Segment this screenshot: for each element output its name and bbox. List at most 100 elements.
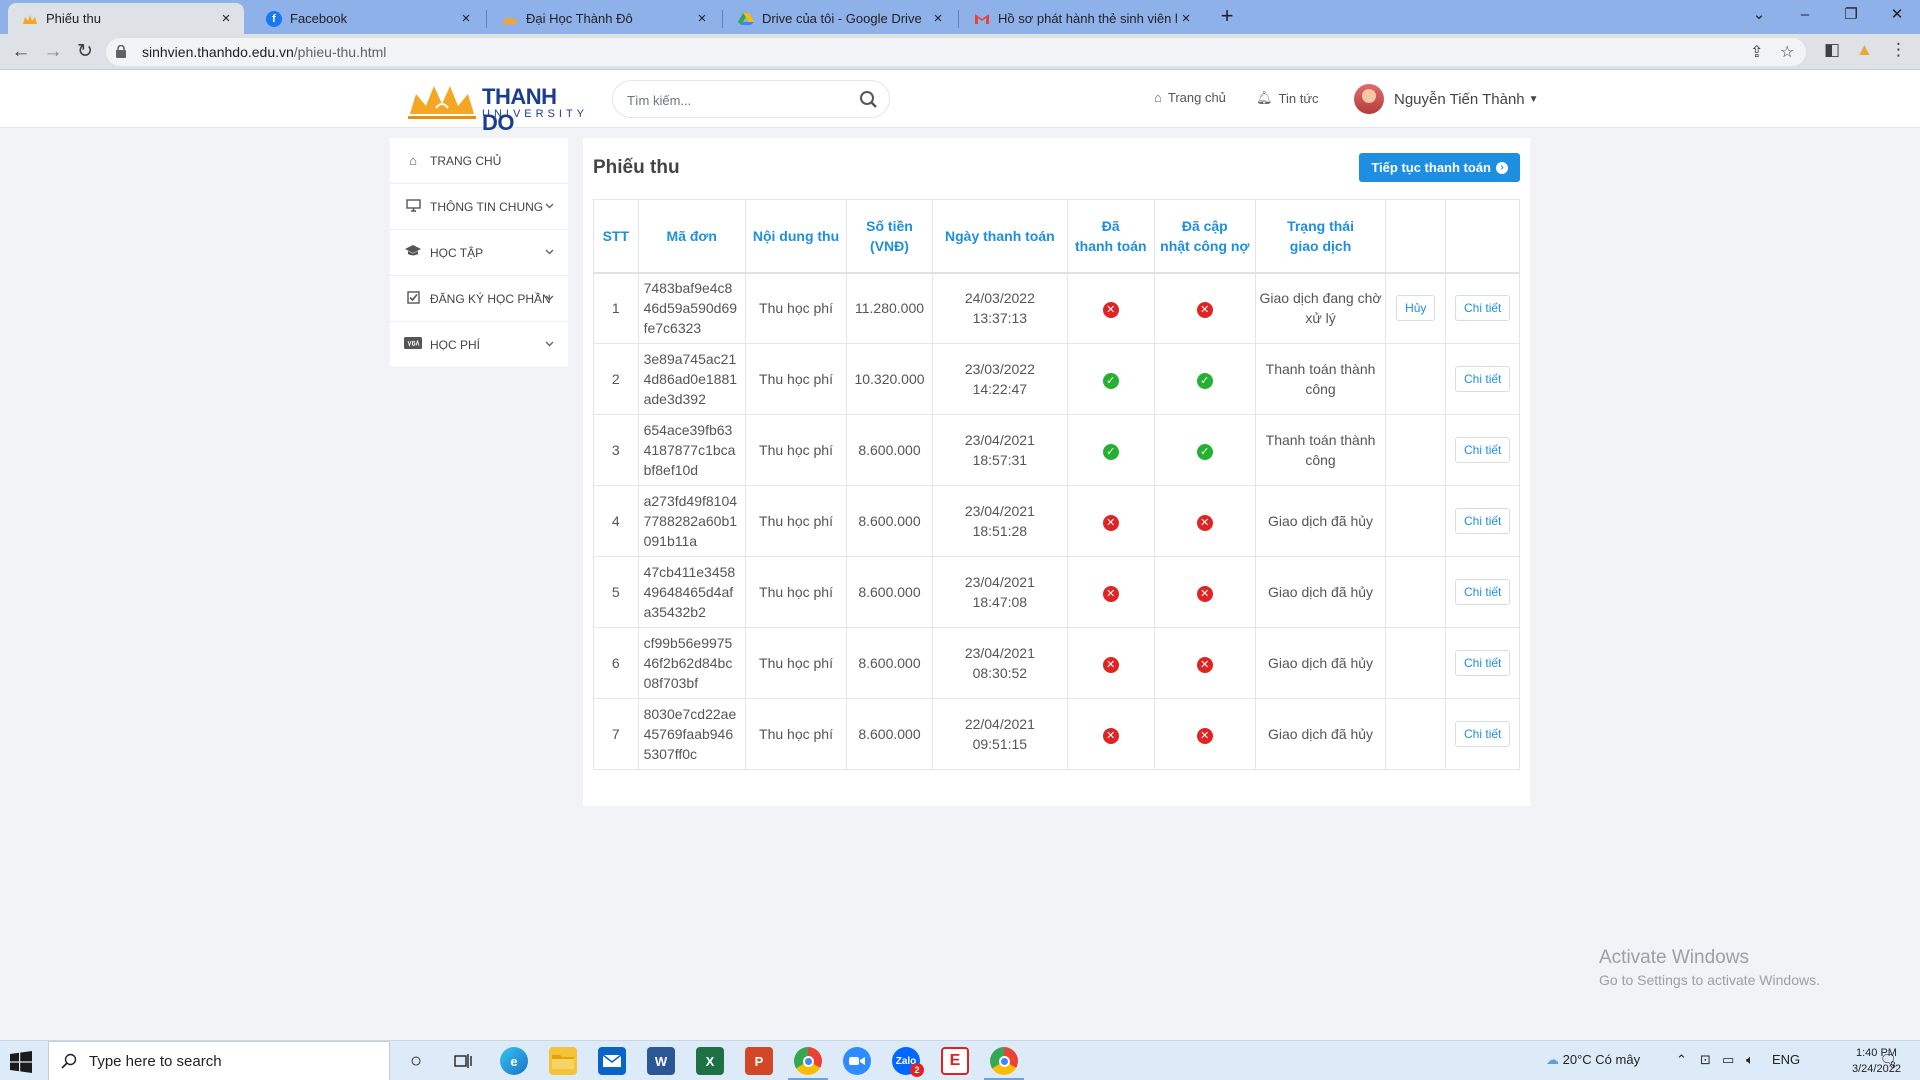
minimize-button[interactable]: –: [1782, 0, 1828, 30]
nav-home-label: Trang chủ: [1167, 90, 1226, 105]
bookmark-star-icon[interactable]: ☆: [1780, 42, 1794, 62]
close-window-button[interactable]: ✕: [1874, 0, 1920, 30]
nav-news-link[interactable]: 🔔︎ Tin tức: [1256, 90, 1319, 106]
side-panel-icon[interactable]: ◧: [1824, 40, 1840, 60]
detail-button[interactable]: Chi tiết: [1455, 579, 1511, 605]
caret-down-icon: ▼: [1528, 93, 1539, 105]
taskbar-search-box[interactable]: Type here to search: [48, 1041, 390, 1080]
activate-windows-title: Activate Windows: [1599, 947, 1749, 968]
word-icon[interactable]: W: [647, 1047, 675, 1075]
tab-search-chevron-icon[interactable]: ⌄: [1736, 0, 1782, 30]
sidebar-item-label: THÔNG TIN CHUNG: [430, 199, 544, 214]
col-cancel: [1385, 199, 1447, 274]
windows-start-icon[interactable]: [10, 1051, 32, 1073]
tab-google-drive[interactable]: Drive của tôi - Google Drive ×: [724, 3, 956, 34]
tab-dai-hoc-thanh-do[interactable]: Đại Học Thành Đô ×: [488, 3, 720, 34]
reload-icon[interactable]: ↻: [72, 39, 98, 65]
weather-text: 20°C Có mây: [1562, 1052, 1641, 1067]
row-debt-status: ✕: [1153, 698, 1256, 770]
row-code: 654ace39fb634187877c1bcabf8ef10d: [637, 414, 746, 486]
tab-separator: [722, 10, 723, 28]
cancel-button[interactable]: Hủy: [1396, 295, 1436, 322]
check-circle-icon: ✓: [1196, 373, 1213, 389]
close-tab-icon[interactable]: ×: [458, 10, 474, 27]
search-input[interactable]: [627, 90, 847, 110]
file-explorer-icon[interactable]: [549, 1047, 577, 1075]
tab-title: Facebook: [290, 11, 348, 26]
chevron-down-icon: [545, 203, 554, 209]
network-icon[interactable]: ▭: [1722, 1052, 1734, 1068]
tray-chevron-up-icon[interactable]: ⌃: [1676, 1052, 1687, 1068]
col-content: Nội dung thu: [744, 199, 848, 274]
row-content: Thu học phí: [744, 485, 848, 557]
receipts-table: STT Mã đơn Nội dung thu Số tiền (VNĐ) Ngà…: [593, 199, 1520, 770]
extension-icon[interactable]: ▲: [1856, 40, 1873, 60]
search-icon[interactable]: [859, 90, 879, 110]
site-logo[interactable]: THANH DO UNIVERSITY: [406, 78, 586, 135]
row-date-day: 23/04/2021: [964, 574, 1035, 590]
close-tab-icon[interactable]: ×: [694, 10, 710, 27]
chrome-icon[interactable]: [794, 1047, 822, 1075]
detail-button[interactable]: Chi tiết: [1455, 295, 1511, 322]
sidebar-item-thong-tin-chung[interactable]: THÔNG TIN CHUNG: [390, 184, 568, 230]
row-code: 3e89a745ac214d86ad0e1881ade3d392: [637, 343, 746, 415]
cortana-icon[interactable]: ○: [402, 1047, 430, 1075]
x-circle-icon: ✕: [1196, 302, 1213, 319]
tray-app-icon[interactable]: ⊡: [1700, 1052, 1711, 1068]
x-circle-icon: ✕: [1196, 657, 1213, 673]
forward-arrow-icon[interactable]: →: [40, 39, 66, 65]
row-cancel-cell: [1385, 556, 1447, 628]
browser-tab-bar: Phiếu thu × f Facebook × Đại Học Thành Đ…: [0, 0, 1920, 34]
chrome-profile-icon[interactable]: [990, 1047, 1018, 1075]
detail-button[interactable]: Chi tiết: [1455, 508, 1511, 534]
x-circle-icon: ✕: [1196, 728, 1213, 744]
detail-button[interactable]: Chi tiết: [1455, 721, 1511, 747]
share-icon[interactable]: ⇪: [1750, 42, 1763, 62]
restore-button[interactable]: ❐: [1828, 0, 1874, 30]
detail-button[interactable]: Chi tiết: [1455, 650, 1511, 676]
user-menu[interactable]: Nguyễn Tiến Thành ▼: [1354, 80, 1539, 118]
chevron-down-icon: [545, 295, 554, 301]
row-content: Thu học phí: [744, 556, 848, 628]
row-debt-status: ✓: [1153, 343, 1256, 415]
close-tab-icon[interactable]: ×: [1178, 10, 1194, 27]
sidebar-item-dang-ky-hoc-phan[interactable]: ĐĂNG KÝ HỌC PHẦN: [390, 276, 568, 322]
volume-icon[interactable]: 🔈︎: [1746, 1052, 1754, 1068]
back-arrow-icon[interactable]: ←: [8, 39, 34, 65]
site-header: THANH DO UNIVERSITY ⌂ Trang chủ 🔔︎ Tin t…: [0, 70, 1920, 135]
continue-payment-button[interactable]: Tiếp tục thanh toán ›: [1359, 153, 1520, 182]
e-app-icon[interactable]: E: [941, 1047, 969, 1075]
new-tab-button[interactable]: +: [1214, 4, 1240, 30]
row-debt-status: ✕: [1153, 272, 1256, 344]
detail-button[interactable]: Chi tiết: [1455, 437, 1511, 463]
weather-widget[interactable]: ☁ 20°C Có mây: [1546, 1052, 1640, 1068]
zalo-icon[interactable]: Zalo 2: [892, 1047, 924, 1077]
sidebar-item-hoc-phi[interactable]: HỌC PHÍ: [390, 322, 568, 368]
close-tab-icon[interactable]: ×: [930, 10, 946, 27]
detail-button[interactable]: Chi tiết: [1455, 366, 1511, 392]
nav-home-link[interactable]: ⌂ Trang chủ: [1154, 90, 1226, 105]
powerpoint-icon[interactable]: P: [745, 1047, 773, 1075]
chrome-menu-icon[interactable]: ⋮: [1890, 40, 1907, 60]
col-status-line1: Trạng thái: [1287, 217, 1354, 234]
tab-phieu-thu[interactable]: Phiếu thu ×: [8, 3, 244, 34]
input-language[interactable]: ENG: [1772, 1052, 1800, 1067]
row-detail-cell: Chi tiết: [1445, 627, 1520, 699]
col-paid-line1: Đã: [1101, 217, 1120, 234]
edge-browser-icon[interactable]: e: [500, 1047, 528, 1075]
col-debt-line2: nhật công nợ: [1160, 237, 1250, 254]
mail-icon[interactable]: [598, 1047, 626, 1075]
chevron-down-icon: [545, 249, 554, 255]
tab-ho-so-the-sinh-vien[interactable]: Hồ sơ phát hành thẻ sinh viên liê ×: [960, 3, 1204, 34]
address-bar[interactable]: sinhvien.thanhdo.edu.vn/phieu-thu.html ⇪…: [106, 38, 1806, 66]
x-circle-icon: ✕: [1102, 728, 1119, 744]
sidebar-item-trang-chu[interactable]: ⌂ TRANG CHỦ: [390, 138, 568, 184]
tab-facebook[interactable]: f Facebook ×: [252, 3, 484, 34]
close-tab-icon[interactable]: ×: [218, 10, 234, 27]
sidebar-item-hoc-tap[interactable]: HỌC TẬP: [390, 230, 568, 276]
excel-icon[interactable]: X: [696, 1047, 724, 1075]
notification-center-icon[interactable]: 🗨︎3: [1880, 1052, 1902, 1070]
zoom-icon[interactable]: [843, 1047, 871, 1075]
activate-windows-subtitle: Go to Settings to activate Windows.: [1599, 972, 1820, 988]
task-view-icon[interactable]: [449, 1047, 477, 1075]
